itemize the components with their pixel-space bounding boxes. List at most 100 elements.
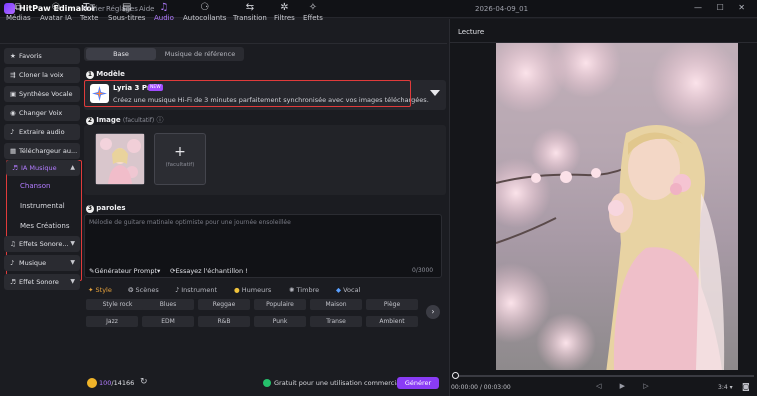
chevron-down-icon: ▼ [70,278,75,285]
refresh-icon[interactable]: ↻ [140,377,148,387]
effects-icon: ✧ [308,2,318,13]
avatar-icon: ⚇ [51,2,61,13]
sound-effects-icon: ♫ [10,240,16,248]
tts-icon: ▣ [10,90,17,98]
sidebar-item-favoris[interactable]: ★ Favoris [4,48,80,64]
instrument-icon: ♪ [175,286,180,294]
sidebar-item-telechargeur[interactable]: ▦ Téléchargeur au... [4,143,80,159]
try-sample-button[interactable]: ⟳Essayez l'échantillon ! [170,267,248,275]
media-icon: ⧉ [14,2,22,13]
chevron-down-icon: ▾ [157,267,161,275]
preview-image [496,43,738,370]
style-chip[interactable]: Piège [366,299,418,310]
commercial-check-icon [263,379,271,387]
lyrics-placeholder: Mélodie de guitare matinale optimiste po… [89,219,291,226]
sidebar-sub-instrumental[interactable]: Instrumental [20,202,65,210]
style-chip[interactable]: Transe [310,316,362,327]
chevron-down-icon: ▾ [729,384,733,391]
style-tab-instrument[interactable]: ♪ Instrument [175,286,217,294]
chevron-right-icon[interactable]: › [426,305,440,319]
style-tab-vocal[interactable]: ◆ Vocal [336,286,360,294]
plus-icon: + [174,144,186,160]
downloader-icon: ▦ [10,147,17,155]
credits-counter: 100/14166 [99,379,135,387]
tab-base[interactable]: Base [86,48,156,60]
aspect-ratio-select[interactable]: 3:4 ▾ [718,384,733,391]
mood-icon: ● [234,286,240,294]
window-controls[interactable]: — ☐ ✕ [694,3,751,12]
tool-medias[interactable]: ⧉ Médias [6,2,31,22]
preview-title: Lecture [458,28,485,36]
style-chip[interactable]: Style rock [86,299,149,310]
chevron-up-icon: ▲ [70,164,75,171]
style-tab-timbre[interactable]: ✺ Timbre [289,286,319,294]
tool-filtres[interactable]: ✲ Filtres [274,2,295,22]
chevron-down-icon: ▼ [70,259,75,266]
tool-effets[interactable]: ✧ Effets [303,2,323,22]
extract-audio-icon: ♪ [10,128,15,136]
char-counter: 0/3000 [412,267,434,274]
document-title: 2026-04-09_01 [475,5,529,13]
tool-sous-titres[interactable]: ▤ Sous-titres [108,2,145,22]
filters-icon: ✲ [280,2,289,13]
section-lyrics-header: 3 paroles [86,204,126,213]
tool-audio[interactable]: ♫ Audio [154,2,174,22]
style-chip[interactable]: R&B [198,316,250,327]
ai-music-icon: ♬ [12,164,18,172]
sidebar-item-effet-sonore[interactable]: ♬ Effet Sonore ▼ [4,274,80,290]
tool-avatar-ia[interactable]: ⚇ Avatar IA [40,2,72,22]
sidebar-item-extraire-audio[interactable]: ♪ Extraire audio [4,124,80,140]
style-chip[interactable]: Jazz [86,316,138,327]
sidebar-sub-chanson[interactable]: Chanson [20,182,50,190]
audio-icon: ♫ [159,2,169,13]
uploaded-image-thumbnail[interactable] [95,133,145,185]
playback-controls[interactable]: ◁ ▶ ▷ [596,382,657,390]
generate-button[interactable]: Générer [397,377,439,389]
add-image-button[interactable]: + (facultatif) [154,133,206,185]
clone-voice-icon: ⇶ [10,71,16,79]
subtitles-icon: ▤ [122,2,132,13]
dropdown-caret-icon[interactable] [430,90,440,96]
playhead-handle[interactable] [452,372,459,379]
stickers-icon: ⚆ [200,2,210,13]
style-chip[interactable]: EDM [142,316,194,327]
transition-icon: ⇆ [245,2,255,13]
sidebar-item-effets-sonores[interactable]: ♫ Effets Sonore... ▼ [4,236,80,252]
sidebar-item-musique[interactable]: ♪ Musique ▼ [4,255,80,271]
style-chip[interactable]: Populaire [254,299,306,310]
tool-autocollants[interactable]: ⚆ Autocollants [183,2,226,22]
chevron-down-icon: ▼ [70,240,75,247]
sidebar-item-changer-voix[interactable]: ◉ Changer Voix [4,105,80,121]
sidebar-item-synthese-vocale[interactable]: ▣ Synthèse Vocale [4,86,80,102]
music-icon: ♪ [10,259,15,267]
style-chip[interactable]: Reggae [198,299,250,310]
tool-transition[interactable]: ⇆ Transition [233,2,267,22]
style-tab-scenes[interactable]: ❂ Scènes [128,286,159,294]
style-chip[interactable]: Blues [142,299,194,310]
section-image-header: 2 Image (facultatif) ⓘ [86,116,164,125]
tool-texte[interactable]: Tт Texte [80,2,98,22]
sidebar-sub-mes-creations[interactable]: Mes Créations [20,222,69,230]
section-model-header: 1 Modèle [86,70,125,79]
timbre-icon: ✺ [289,286,295,294]
commercial-use-note: Gratuit pour une utilisation commerciale [274,379,406,387]
tab-musique-reference[interactable]: Musique de référence [158,48,242,60]
style-chip[interactable]: Ambient [366,316,418,327]
style-tab-humeurs[interactable]: ● Humeurs [234,286,271,294]
prompt-generator-button[interactable]: ✎Générateur Prompt▾ [89,267,160,275]
timeline-track[interactable] [452,375,754,377]
info-icon[interactable]: ⓘ [157,116,164,124]
preview-time: 00:00:00 / 00:03:00 [451,384,511,391]
snapshot-icon[interactable]: ◙ [742,382,750,391]
style-tab-style[interactable]: ✦ Style [88,286,112,294]
style-chip[interactable]: Punk [254,316,306,327]
sound-effect-icon: ♬ [10,278,16,286]
model-highlight-frame [84,80,411,107]
style-icon: ✦ [88,286,94,294]
style-chip[interactable]: Maison [310,299,362,310]
sidebar-item-ia-musique[interactable]: ♬ IA Musique ▲ [6,160,80,176]
star-icon: ★ [10,52,16,60]
sidebar-item-cloner-voix[interactable]: ⇶ Cloner la voix [4,67,80,83]
audio-sidebar: ★ Favoris ⇶ Cloner la voix ▣ Synthèse Vocal… [4,46,82,390]
vocal-icon: ◆ [336,286,341,294]
